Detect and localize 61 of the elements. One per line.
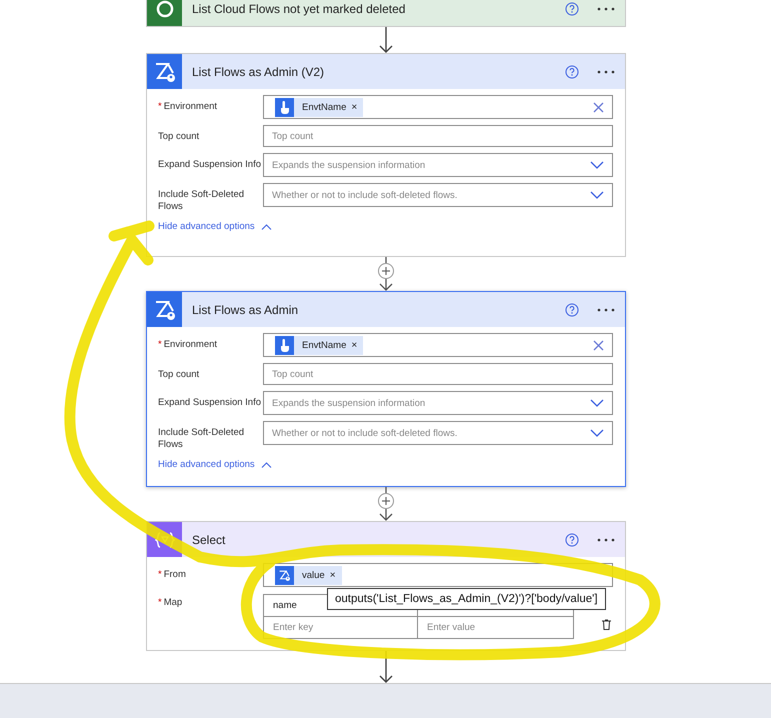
chevron-down-icon[interactable] bbox=[590, 191, 604, 199]
field-label: * From bbox=[158, 568, 187, 581]
step-header[interactable]: List Cloud Flows not yet marked deleted bbox=[147, 0, 625, 26]
dropdown-field[interactable]: Expands the suspension information bbox=[263, 391, 613, 415]
clear-icon[interactable] bbox=[593, 340, 604, 350]
hide-advanced-options-link[interactable]: Hide advanced options bbox=[158, 459, 613, 470]
curly-braces-icon bbox=[154, 532, 174, 548]
more-icon[interactable] bbox=[597, 538, 615, 542]
remove-token-icon[interactable]: × bbox=[351, 340, 358, 350]
input-field[interactable]: Top count bbox=[263, 125, 613, 147]
touch-icon bbox=[279, 338, 290, 352]
token-chip[interactable]: EnvtName × bbox=[275, 98, 364, 116]
action-card[interactable] bbox=[146, 291, 626, 487]
help-icon[interactable] bbox=[565, 532, 579, 546]
field-label: Top count bbox=[158, 368, 200, 381]
field-label: Expand Suspension Info bbox=[158, 158, 262, 171]
action-card[interactable] bbox=[146, 53, 626, 257]
input-field[interactable]: Top count bbox=[263, 363, 613, 385]
more-icon[interactable] bbox=[597, 6, 615, 10]
delete-icon[interactable] bbox=[602, 619, 611, 630]
step-title: List Flows as Admin (V2) bbox=[192, 64, 326, 78]
chevron-up-icon bbox=[260, 462, 272, 468]
chevron-up-icon bbox=[260, 224, 272, 230]
remove-token-icon[interactable]: × bbox=[351, 102, 358, 112]
chevron-down-icon[interactable] bbox=[590, 429, 604, 437]
map-value-field[interactable]: Enter value bbox=[417, 616, 574, 639]
field-label: Top count bbox=[158, 130, 200, 143]
field-label: * Environment bbox=[158, 100, 218, 113]
field-label: * Environment bbox=[158, 338, 218, 351]
dropdown-field[interactable]: Whether or not to include soft-deleted flows. bbox=[263, 183, 613, 207]
step-title: List Flows as Admin bbox=[192, 302, 300, 316]
dropdown-field[interactable]: Whether or not to include soft-deleted flows. bbox=[263, 421, 613, 445]
connector-arrow bbox=[378, 27, 392, 53]
add-step-connector[interactable] bbox=[376, 487, 396, 521]
step-title: Select bbox=[192, 532, 226, 546]
token-chip[interactable]: value × bbox=[275, 566, 342, 584]
field-label: * Map bbox=[158, 596, 184, 609]
hide-advanced-options-link[interactable]: Hide advanced options bbox=[158, 221, 613, 232]
step-title: List Cloud Flows not yet marked deleted bbox=[192, 2, 406, 16]
field-label: Include Soft-Deleted Flows bbox=[158, 426, 246, 451]
add-step-connector[interactable] bbox=[376, 257, 396, 291]
expression-tooltip: outputs('List_Flows_as_Admin_(V2)')?['body/value'] bbox=[327, 588, 606, 610]
clear-icon[interactable] bbox=[593, 102, 604, 112]
help-icon[interactable] bbox=[565, 64, 579, 78]
environment-field[interactable]: EnvtName × bbox=[263, 333, 613, 357]
more-icon[interactable] bbox=[597, 308, 615, 312]
from-field[interactable]: value × bbox=[263, 563, 613, 587]
chevron-down-icon[interactable] bbox=[590, 399, 604, 407]
chevron-down-icon[interactable] bbox=[590, 161, 604, 169]
help-icon[interactable] bbox=[565, 2, 579, 16]
more-icon[interactable] bbox=[597, 70, 615, 74]
token-chip[interactable]: EnvtName × bbox=[275, 336, 364, 354]
map-key-field[interactable]: Enter key bbox=[263, 616, 418, 639]
field-label: Expand Suspension Info bbox=[158, 396, 262, 409]
dropdown-field[interactable]: Expands the suspension information bbox=[263, 153, 613, 177]
remove-token-icon[interactable]: × bbox=[330, 570, 336, 580]
environment-field[interactable]: EnvtName × bbox=[263, 95, 613, 119]
help-icon[interactable] bbox=[565, 302, 579, 316]
touch-icon bbox=[279, 100, 290, 114]
flow-admin-icon bbox=[278, 568, 291, 582]
field-label: Include Soft-Deleted Flows bbox=[158, 188, 246, 213]
